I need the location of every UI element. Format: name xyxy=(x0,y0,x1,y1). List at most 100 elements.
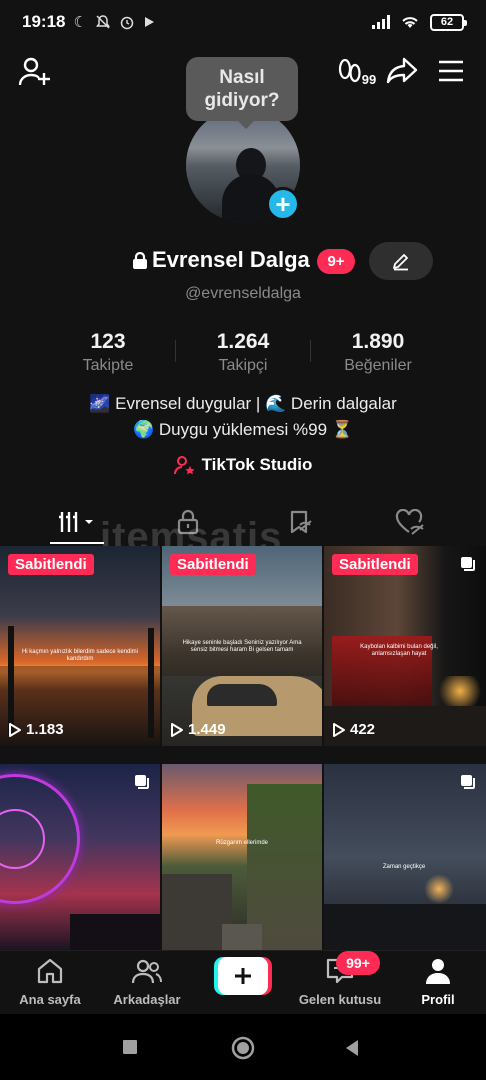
person-star-icon xyxy=(173,456,195,475)
status-note-bubble[interactable]: Nasıl gidiyor? xyxy=(186,57,298,129)
stat-label: Takipte xyxy=(82,357,134,374)
street xyxy=(222,924,262,950)
nav-label: Profil xyxy=(421,992,455,1007)
lamp-post xyxy=(8,626,14,736)
video-thumbnail[interactable]: Hi kaçmın yalnızlık bilerdim sadece kend… xyxy=(0,546,160,746)
wifi-icon xyxy=(402,17,418,28)
footprints-icon xyxy=(338,58,361,83)
profile-icon xyxy=(426,959,450,984)
silhouettes xyxy=(324,904,486,950)
bottom-navigation: Ana sayfa Arkadaşlar Gelen kutusu Profil xyxy=(0,950,486,1014)
plus-icon: + xyxy=(275,189,291,219)
nav-home[interactable]: Ana sayfa xyxy=(0,957,100,1007)
battery-level: 62 xyxy=(440,16,454,28)
video-caption: Rüzgarım ellerimde xyxy=(215,840,269,846)
signal-icon xyxy=(372,15,390,29)
share-profile-button[interactable] xyxy=(386,56,418,86)
ground xyxy=(70,914,160,950)
home-icon xyxy=(37,958,63,984)
view-count-value: 422 xyxy=(350,721,376,738)
stat-following[interactable]: 123 Takipte xyxy=(38,330,178,375)
add-friend-button[interactable] xyxy=(18,56,52,88)
lock-icon xyxy=(133,252,147,269)
video-caption: Zaman geçtikçe xyxy=(382,864,426,870)
multi-photo-icon xyxy=(461,775,475,789)
play-icon xyxy=(333,722,345,737)
home-button[interactable] xyxy=(231,1036,255,1060)
video-caption: Kaybolan kalbimi bulan değil, anlamsızla… xyxy=(360,644,438,657)
lamp-post xyxy=(148,628,154,738)
nav-friends[interactable]: Arkadaşlar xyxy=(97,957,197,1007)
car-window xyxy=(207,684,277,706)
studio-label: TikTok Studio xyxy=(201,455,313,474)
add-story-button[interactable]: + xyxy=(266,187,300,221)
multi-photo-icon xyxy=(135,775,149,789)
heart-hidden-icon xyxy=(395,509,424,535)
tab-liked[interactable] xyxy=(350,500,470,544)
stat-label: Beğeniler xyxy=(344,357,412,374)
status-time: 19:18 xyxy=(22,12,66,31)
video-grid: Hi kaçmın yalnızlık bilerdim sadece kend… xyxy=(0,546,486,950)
multi-photo-icon xyxy=(461,557,475,571)
activity-button[interactable]: 99 xyxy=(336,56,378,88)
alarm-icon xyxy=(120,16,134,30)
bio-line: 🌍 Duygu yüklemesi %99 ⏳ xyxy=(133,420,353,439)
profile-bio: 🌌 Evrensel duygular | 🌊 Derin dalgalar 🌍… xyxy=(0,391,486,443)
view-count-value: 1.183 xyxy=(26,721,64,738)
video-thumbnail[interactable]: Rüzgarım ellerimde xyxy=(162,764,322,950)
stat-likes[interactable]: 1.890 Beğeniler xyxy=(308,330,448,375)
inbox-badge: 99+ xyxy=(336,951,380,975)
video-thumbnail[interactable] xyxy=(0,764,160,950)
nav-label: Arkadaşlar xyxy=(113,992,181,1007)
menu-button[interactable] xyxy=(436,58,466,84)
pencil-icon xyxy=(393,254,408,271)
create-button[interactable] xyxy=(214,957,272,995)
nav-profile[interactable]: Profil xyxy=(388,957,486,1007)
stat-value: 1.264 xyxy=(216,330,270,353)
tiktok-studio-link[interactable]: TikTok Studio xyxy=(0,455,486,475)
grid-filter-icon xyxy=(59,512,93,532)
status-bar: 19:18 ☾ 62 xyxy=(0,0,486,44)
moon-icon: ☾ xyxy=(73,14,87,31)
edit-profile-button[interactable] xyxy=(369,242,433,280)
video-thumbnail[interactable]: Zaman geçtikçe xyxy=(324,764,486,950)
create-plus-icon xyxy=(214,957,272,995)
bell-off-icon xyxy=(95,15,110,29)
battery-icon: 62 xyxy=(430,13,467,31)
video-thumbnail[interactable]: Hikaye seninle başladı Seniniz yazılıyor… xyxy=(162,546,322,746)
street-lamp-glow xyxy=(424,874,454,904)
view-count-value: 1.449 xyxy=(188,721,226,738)
back-button[interactable] xyxy=(344,1038,360,1058)
stat-label: Takipçi xyxy=(218,357,268,374)
play-icon xyxy=(9,722,21,737)
play-store-icon xyxy=(144,17,154,27)
recents-button[interactable] xyxy=(122,1039,138,1055)
share-arrow-icon xyxy=(386,57,418,84)
pinned-badge: Sabitlendi xyxy=(332,554,418,575)
view-count: 1.449 xyxy=(170,721,226,738)
pinned-badge: Sabitlendi xyxy=(8,554,94,575)
activity-count: 99 xyxy=(361,71,377,87)
view-count: 422 xyxy=(332,721,375,738)
play-icon xyxy=(171,722,183,737)
pinned-badge: Sabitlendi xyxy=(170,554,256,575)
video-caption: Hikaye seninle başladı Seniniz yazılıyor… xyxy=(182,640,302,653)
system-navigation-bar xyxy=(0,1014,486,1080)
stat-value: 1.890 xyxy=(351,330,405,353)
display-name: Evrensel Dalga xyxy=(152,247,310,272)
profile-name-row: Evrensel Dalga 9+ xyxy=(0,242,486,280)
person-plus-icon xyxy=(18,57,50,86)
nav-label: Ana sayfa xyxy=(19,992,81,1007)
video-thumbnail[interactable]: Kaybolan kalbimi bulan değil, anlamsızla… xyxy=(324,546,486,746)
stat-value: 123 xyxy=(90,330,126,353)
view-count: 1.183 xyxy=(8,721,64,738)
video-caption: Hi kaçmın yalnızlık bilerdim sadece kend… xyxy=(21,649,139,662)
nav-label: Gelen kutusu xyxy=(298,992,382,1007)
stat-followers[interactable]: 1.264 Takipçi xyxy=(173,330,313,375)
notification-badge[interactable]: 9+ xyxy=(317,249,355,274)
bookmark-hidden-icon xyxy=(290,510,312,534)
street-lights xyxy=(434,676,486,706)
username-handle: @evrenseldalga xyxy=(185,285,301,302)
active-tab-indicator xyxy=(50,542,104,544)
hamburger-menu-icon xyxy=(439,60,463,82)
